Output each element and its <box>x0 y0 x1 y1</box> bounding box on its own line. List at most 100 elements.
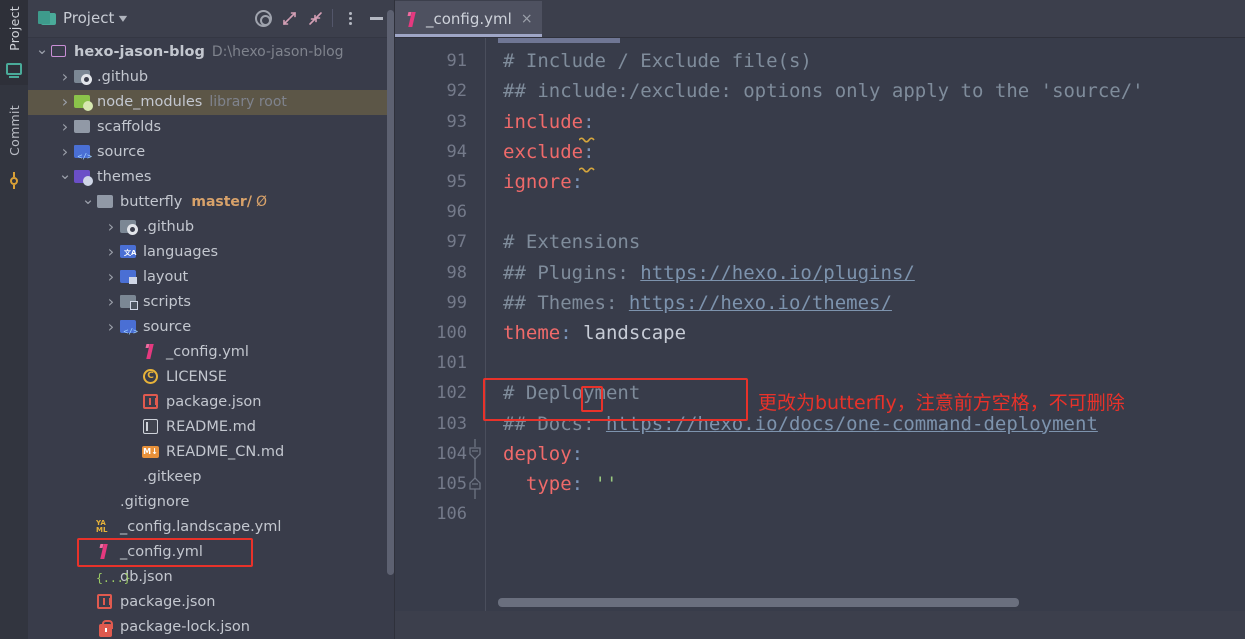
line-number: 106 <box>436 504 467 525</box>
fold-marker[interactable] <box>467 107 485 137</box>
fold-marker[interactable] <box>467 258 485 288</box>
fold-marker[interactable] <box>467 438 485 469</box>
fold-marker[interactable] <box>467 197 485 227</box>
project-tree[interactable]: hexo-jason-blog D:\hexo-jason-blog .github… <box>28 38 395 639</box>
code-token: ignore <box>503 171 572 194</box>
collapse-all-icon[interactable] <box>302 5 328 31</box>
tree-item-label: themes <box>97 169 152 186</box>
select-opened-file-icon[interactable] <box>250 5 276 31</box>
tree-item--config-yml[interactable]: _config.yml <box>28 340 395 365</box>
tree-item-scripts[interactable]: scripts <box>28 290 395 315</box>
line-number: 104 <box>436 443 467 464</box>
project-folder-icon <box>38 10 56 26</box>
tree-item--github[interactable]: .github <box>28 215 395 240</box>
tree-item-themes[interactable]: themes <box>28 165 395 190</box>
chevron-right-icon[interactable] <box>103 294 119 310</box>
tree-item-package-json[interactable]: package.json <box>28 590 395 615</box>
tree-item-source[interactable]: </> source <box>28 140 395 165</box>
sidebar-item-project[interactable]: Project <box>0 0 28 85</box>
fold-marker[interactable] <box>467 46 485 76</box>
tree-item-layout[interactable]: layout <box>28 265 395 290</box>
line-number: 97 <box>446 232 467 253</box>
tree-item-scaffolds[interactable]: scaffolds <box>28 115 395 140</box>
code-line-101: 101 <box>395 348 1245 378</box>
tree-item-label: scaffolds <box>97 119 162 136</box>
tree-item-node-modules[interactable]: node_modules library root <box>28 89 395 115</box>
line-number: 90 <box>395 38 467 41</box>
fold-marker[interactable] <box>467 288 485 318</box>
fold-marker[interactable] <box>467 318 485 348</box>
editor-tab-config-yml[interactable]: _config.yml × <box>395 1 542 37</box>
close-icon[interactable]: × <box>521 11 533 27</box>
editor-horizontal-scrollbar[interactable] <box>498 598 1221 607</box>
chevron-right-icon[interactable] <box>103 319 119 335</box>
sidebar-item-commit[interactable]: Commit <box>5 99 24 189</box>
code-line-92: 92 ## include:/exclude: options only appl… <box>395 76 1245 106</box>
fold-marker[interactable] <box>467 76 485 106</box>
line-number: 95 <box>446 172 467 193</box>
chevron-down-icon[interactable]: ▾ <box>119 11 127 25</box>
fold-marker[interactable] <box>467 409 485 439</box>
editor-bottom-bar <box>395 611 1245 639</box>
fold-marker[interactable] <box>467 468 485 499</box>
chevron-down-icon[interactable] <box>57 170 73 185</box>
tree-item--config-yml[interactable]: _config.yml <box>28 537 395 567</box>
line-number: 91 <box>446 51 467 72</box>
monitor-icon <box>5 62 23 79</box>
code-line-91: 91 # Include / Exclude file(s) <box>395 46 1245 76</box>
chevron-right-icon[interactable] <box>57 69 73 85</box>
folder-green-icon <box>73 94 93 112</box>
tree-item-butterfly[interactable]: butterfly master/Ø <box>28 190 395 215</box>
code-line-100: 100 theme: landscape <box>395 318 1245 348</box>
fold-marker[interactable] <box>467 38 485 46</box>
chevron-right-icon[interactable] <box>57 119 73 135</box>
tree-item-source[interactable]: </> source <box>28 315 395 340</box>
tree-item--gitignore[interactable]: .gitignore <box>28 490 395 515</box>
chevron-right-icon[interactable] <box>103 219 119 235</box>
tree-item-hexo-jason-blog[interactable]: hexo-jason-blog D:\hexo-jason-blog <box>28 40 395 65</box>
chevron-right-icon[interactable] <box>103 269 119 285</box>
tree-item-db-json[interactable]: {...} db.json <box>28 565 395 590</box>
tree-item-readme-cn-md[interactable]: M↓ README_CN.md <box>28 440 395 465</box>
expand-all-icon[interactable] <box>276 5 302 31</box>
chevron-right-icon[interactable] <box>57 144 73 160</box>
chevron-right-icon[interactable] <box>103 244 119 260</box>
tree-item-readme-md[interactable]: README.md <box>28 415 395 440</box>
md-file-icon <box>142 419 161 435</box>
mdcn-file-icon: M↓ <box>142 446 159 459</box>
project-tab-label: Project <box>6 6 22 51</box>
tree-item-languages[interactable]: 文A languages <box>28 240 395 265</box>
git-grey-icon <box>96 494 115 510</box>
tree-item--github[interactable]: .github <box>28 65 395 90</box>
fold-marker[interactable] <box>467 137 485 167</box>
folder-pink-icon <box>50 44 69 60</box>
code-token: # Extensions <box>503 231 641 254</box>
code-line-90: 90 <box>395 38 1245 46</box>
fold-marker[interactable] <box>467 167 485 197</box>
code-line-98: 98 ## Plugins: https://hexo.io/plugins/ <box>395 258 1245 288</box>
fold-marker[interactable] <box>467 499 485 529</box>
tree-item-sublabel: D:\hexo-jason-blog <box>211 44 344 61</box>
code-token: ## Plugins: <box>503 261 641 284</box>
code-token: ## Themes: <box>503 291 629 314</box>
tree-item-package-json[interactable]: package.json <box>28 390 395 415</box>
tree-item-label: .gitignore <box>120 494 190 511</box>
tree-item-license[interactable]: C LICENSE <box>28 365 395 390</box>
code-token: landscape <box>571 321 687 344</box>
chevron-down-icon[interactable] <box>80 195 96 210</box>
tree-item-label: package-lock.json <box>120 619 250 636</box>
options-menu-icon[interactable] <box>337 5 363 31</box>
code-token: : <box>560 321 572 344</box>
code-viewport[interactable]: 90 91 # Include / Exclude file(s) 92 ## incl… <box>395 38 1245 639</box>
fold-marker[interactable] <box>467 378 485 408</box>
yml-file-icon <box>142 344 161 360</box>
tree-item-package-lock-json[interactable]: package-lock.json <box>28 615 395 639</box>
code-lines: 90 91 # Include / Exclude file(s) 92 ## incl… <box>395 38 1245 529</box>
chevron-right-icon[interactable] <box>57 94 73 110</box>
tree-item--config-landscape-yml[interactable]: YA ML _config.landscape.yml <box>28 515 395 540</box>
fold-marker[interactable] <box>467 227 485 257</box>
code-token: type <box>503 472 572 495</box>
chevron-down-icon[interactable] <box>34 45 50 60</box>
fold-marker[interactable] <box>467 348 485 378</box>
tree-item--gitkeep[interactable]: .gitkeep <box>28 465 395 490</box>
